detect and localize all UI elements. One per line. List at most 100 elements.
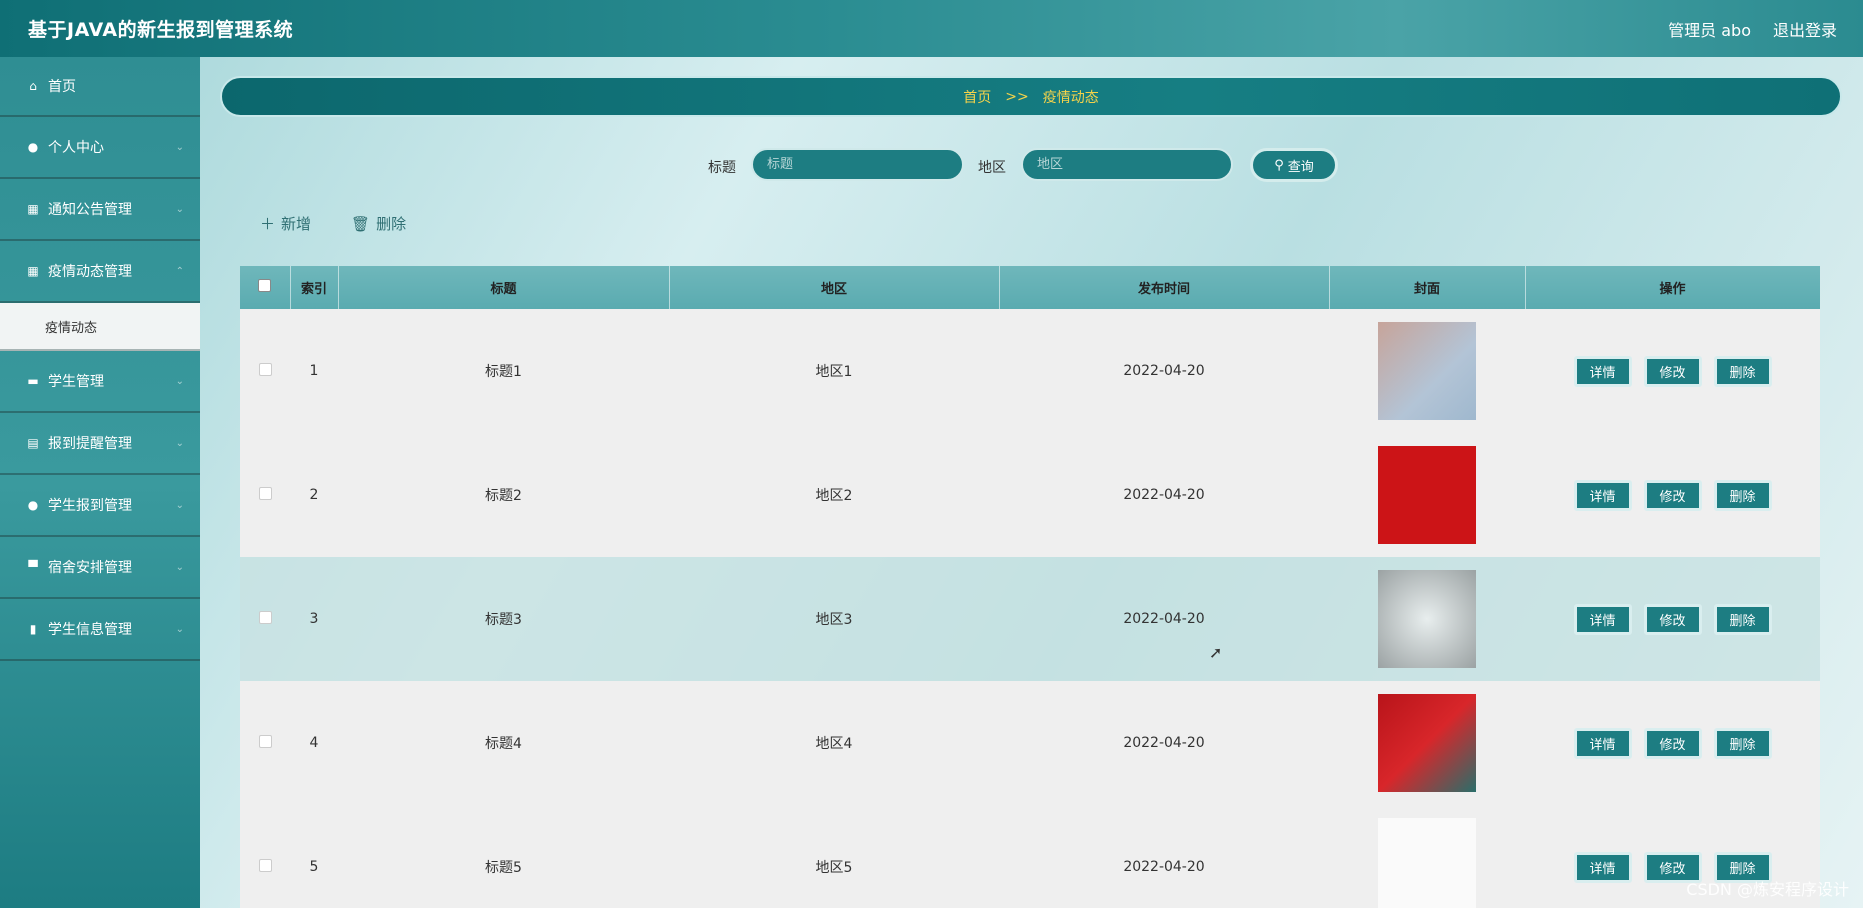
header-right: 管理员 abo 退出登录 <box>1668 17 1837 41</box>
cell-date: 2022-04-20 <box>999 805 1329 908</box>
plus-icon: ＋ <box>260 215 276 233</box>
delete-button[interactable]: 删除 <box>1713 727 1772 759</box>
sidebar-item-label: 学生报到管理 <box>48 498 132 514</box>
table-row: 3 标题3 地区3 2022-04-20 详情 修改 删除 <box>240 557 1820 681</box>
query-button-label: 查询 <box>1287 159 1314 175</box>
add-button[interactable]: ＋ 新增 <box>260 213 311 234</box>
sidebar-item-notice-management[interactable]: ▦ 通知公告管理 ⌄ <box>0 179 200 241</box>
edit-button[interactable]: 修改 <box>1643 727 1702 759</box>
delete-button[interactable]: 删除 <box>1713 603 1772 635</box>
cover-image <box>1378 570 1476 668</box>
edit-button[interactable]: 修改 <box>1643 603 1702 635</box>
table-row: 4 标题4 地区4 2022-04-20 详情 修改 删除 <box>240 681 1820 805</box>
breadcrumb-separator: >> <box>1005 88 1029 105</box>
detail-button[interactable]: 详情 <box>1573 727 1632 759</box>
top-header: 基于JAVA的新生报到管理系统 管理员 abo 退出登录 <box>0 0 1863 57</box>
sidebar-item-epidemic-management[interactable]: ▦ 疫情动态管理 ⌃ <box>0 241 200 303</box>
edit-button[interactable]: 修改 <box>1643 355 1702 387</box>
select-all-checkbox-cell[interactable] <box>240 266 291 309</box>
cell-index: 2 <box>290 433 338 557</box>
edit-button[interactable]: 修改 <box>1643 479 1702 511</box>
chevron-down-icon: ⌄ <box>175 561 184 573</box>
sidebar-item-label: 疫情动态管理 <box>48 264 132 280</box>
sidebar-item-label: 首页 <box>48 79 76 95</box>
cell-index: 5 <box>290 805 338 908</box>
sidebar-subitem-epidemic-news[interactable]: 疫情动态 <box>0 303 200 351</box>
column-header-region: 地区 <box>669 266 1000 309</box>
column-header-index: 索引 <box>290 266 339 309</box>
watermark: CSDN @炼安程序设计 <box>1686 880 1849 899</box>
data-table: 索引 标题 地区 发布时间 封面 操作 1 标题1 地区1 2022-04-20… <box>240 266 1820 908</box>
search-bar: 标题 地区 ⚲ 查询 <box>0 148 1863 182</box>
detail-button[interactable]: 详情 <box>1573 479 1632 511</box>
row-checkbox[interactable] <box>258 734 272 748</box>
sidebar-item-label: 宿舍安排管理 <box>48 560 132 576</box>
region-search-input[interactable] <box>1021 148 1233 181</box>
detail-button[interactable]: 详情 <box>1573 355 1632 387</box>
cell-title: 标题5 <box>338 805 669 908</box>
breadcrumb-current: 疫情动态 <box>1042 89 1099 106</box>
current-user[interactable]: 管理员 abo <box>1668 17 1751 41</box>
chevron-up-icon: ⌃ <box>175 265 184 277</box>
chevron-down-icon: ⌄ <box>175 437 184 449</box>
sidebar-item-reminder-management[interactable]: ▤ 报到提醒管理 ⌄ <box>0 413 200 475</box>
cell-date: 2022-04-20 <box>999 557 1329 681</box>
column-header-date: 发布时间 <box>999 266 1330 309</box>
delete-button[interactable]: 删除 <box>1713 479 1772 511</box>
search-icon: ⚲ <box>1274 157 1284 173</box>
monitor-icon: ▬ <box>27 374 39 388</box>
column-header-actions: 操作 <box>1525 266 1820 309</box>
cell-title: 标题3 <box>338 557 669 681</box>
cell-index: 3 <box>290 557 338 681</box>
sidebar-item-label: 通知公告管理 <box>48 202 132 218</box>
cell-region: 地区2 <box>669 433 999 557</box>
cell-date: 2022-04-20 <box>999 309 1329 433</box>
breadcrumb-home[interactable]: 首页 <box>963 87 991 107</box>
cell-title: 标题2 <box>338 433 669 557</box>
cover-image <box>1378 322 1476 420</box>
table-header-row: 索引 标题 地区 发布时间 封面 操作 <box>240 266 1820 309</box>
user-icon: ● <box>27 498 39 512</box>
grid-icon: ▦ <box>27 264 39 278</box>
sidebar-item-home[interactable]: ⌂ 首页 <box>0 57 200 117</box>
cover-image <box>1378 818 1476 908</box>
trash-icon: 🗑 <box>351 214 371 233</box>
chevron-down-icon: ⌄ <box>175 623 184 635</box>
sidebar-item-student-management[interactable]: ▬ 学生管理 ⌄ <box>0 351 200 413</box>
detail-button[interactable]: 详情 <box>1573 851 1632 883</box>
cover-image <box>1378 694 1476 792</box>
add-button-label: 新增 <box>281 215 312 233</box>
detail-button[interactable]: 详情 <box>1573 603 1632 635</box>
title-filter-label: 标题 <box>708 160 736 176</box>
column-header-title: 标题 <box>338 266 670 309</box>
app-title: 基于JAVA的新生报到管理系统 <box>28 19 294 41</box>
sidebar-item-label: 学生信息管理 <box>48 622 132 638</box>
sidebar-item-dorm-management[interactable]: ▀ 宿舍安排管理 ⌄ <box>0 537 200 599</box>
sidebar-item-student-info[interactable]: ▮ 学生信息管理 ⌄ <box>0 599 200 661</box>
logout-button[interactable]: 退出登录 <box>1773 17 1837 41</box>
table-row: 2 标题2 地区2 2022-04-20 详情 修改 删除 <box>240 433 1820 557</box>
home-icon: ⌂ <box>29 79 37 93</box>
delete-button[interactable]: 删除 <box>1713 355 1772 387</box>
chevron-down-icon: ⌄ <box>175 375 184 387</box>
row-checkbox[interactable] <box>258 486 272 500</box>
sidebar: ⌂ 首页 ● 个人中心 ⌄ ▦ 通知公告管理 ⌄ ▦ 疫情动态管理 ⌃ 疫情动态… <box>0 57 200 908</box>
sidebar-item-registration-management[interactable]: ● 学生报到管理 ⌄ <box>0 475 200 537</box>
row-checkbox[interactable] <box>258 858 272 872</box>
row-checkbox[interactable] <box>258 610 272 624</box>
cell-region: 地区1 <box>669 309 999 433</box>
cell-region: 地区4 <box>669 681 999 805</box>
query-button[interactable]: ⚲ 查询 <box>1250 148 1338 182</box>
sidebar-item-label: 报到提醒管理 <box>48 436 132 452</box>
cell-region: 地区3 <box>669 557 999 681</box>
cell-date: 2022-04-20 <box>999 433 1329 557</box>
select-all-checkbox[interactable] <box>258 279 272 292</box>
row-checkbox[interactable] <box>258 362 272 376</box>
table-row: 1 标题1 地区1 2022-04-20 详情 修改 删除 <box>240 309 1820 433</box>
column-header-cover: 封面 <box>1329 266 1526 309</box>
cell-region: 地区5 <box>669 805 999 908</box>
title-search-input[interactable] <box>751 148 964 181</box>
breadcrumb: 首页 >> 疫情动态 <box>220 76 1842 117</box>
cell-index: 4 <box>290 681 338 805</box>
batch-delete-button[interactable]: 🗑 删除 <box>351 213 406 234</box>
